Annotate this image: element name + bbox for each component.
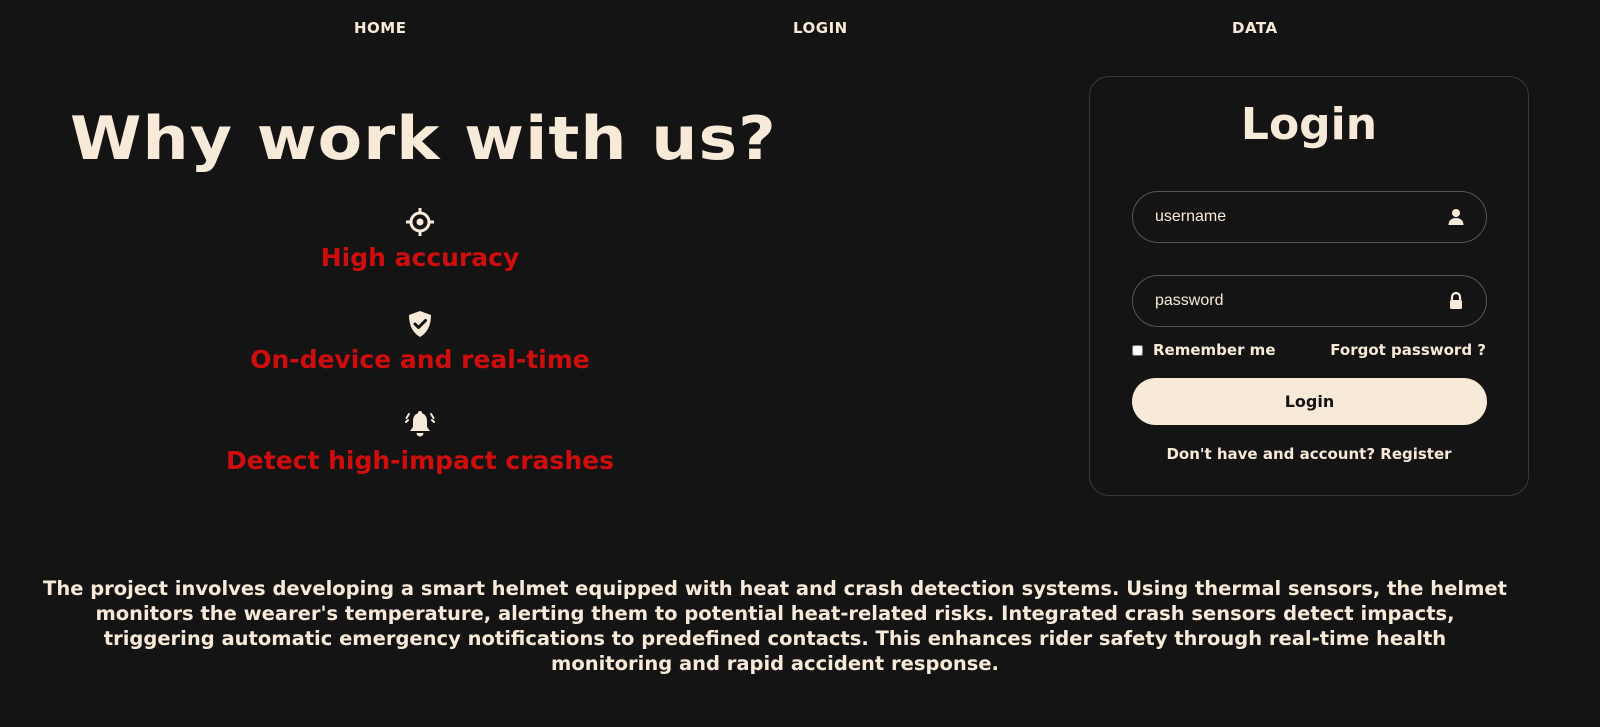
top-navigation: HOME LOGIN DATA <box>0 0 1600 56</box>
crosshair-icon <box>406 208 434 236</box>
register-row: Don't have and account? Register <box>1090 445 1528 463</box>
forgot-password-link[interactable]: Forgot password ? <box>1330 341 1486 359</box>
register-prompt: Don't have and account? <box>1166 445 1376 463</box>
feature-label: On-device and real-time <box>250 345 590 374</box>
hero-title: Why work with us? <box>70 104 777 174</box>
remember-me-checkbox[interactable] <box>1132 344 1143 356</box>
lock-icon <box>1450 291 1462 309</box>
login-button[interactable]: Login <box>1132 378 1487 425</box>
password-field <box>1132 275 1487 327</box>
username-input[interactable] <box>1155 192 1425 242</box>
feature-label: High accuracy <box>320 243 520 272</box>
remember-me[interactable]: Remember me <box>1132 341 1276 359</box>
feature-high-accuracy: High accuracy <box>200 207 640 272</box>
project-description: The project involves developing a smart … <box>43 577 1507 675</box>
login-title: Login <box>1240 99 1378 150</box>
user-icon <box>1448 209 1464 225</box>
password-input[interactable] <box>1155 276 1425 326</box>
feature-crash-detection: Detect high-impact crashes <box>200 410 640 475</box>
nav-home-link[interactable]: HOME <box>354 19 406 37</box>
nav-data-link[interactable]: DATA <box>1232 19 1278 37</box>
bell-ringing-icon <box>405 411 435 437</box>
register-link[interactable]: Register <box>1380 445 1451 463</box>
login-card: Login Remember me Forgot password ? Logi… <box>1089 76 1529 496</box>
remember-me-label: Remember me <box>1153 341 1276 359</box>
feature-on-device: On-device and real-time <box>200 309 640 374</box>
feature-label: Detect high-impact crashes <box>226 446 614 475</box>
nav-login-link[interactable]: LOGIN <box>793 19 848 37</box>
shield-check-icon <box>409 311 431 337</box>
username-field <box>1132 191 1487 243</box>
